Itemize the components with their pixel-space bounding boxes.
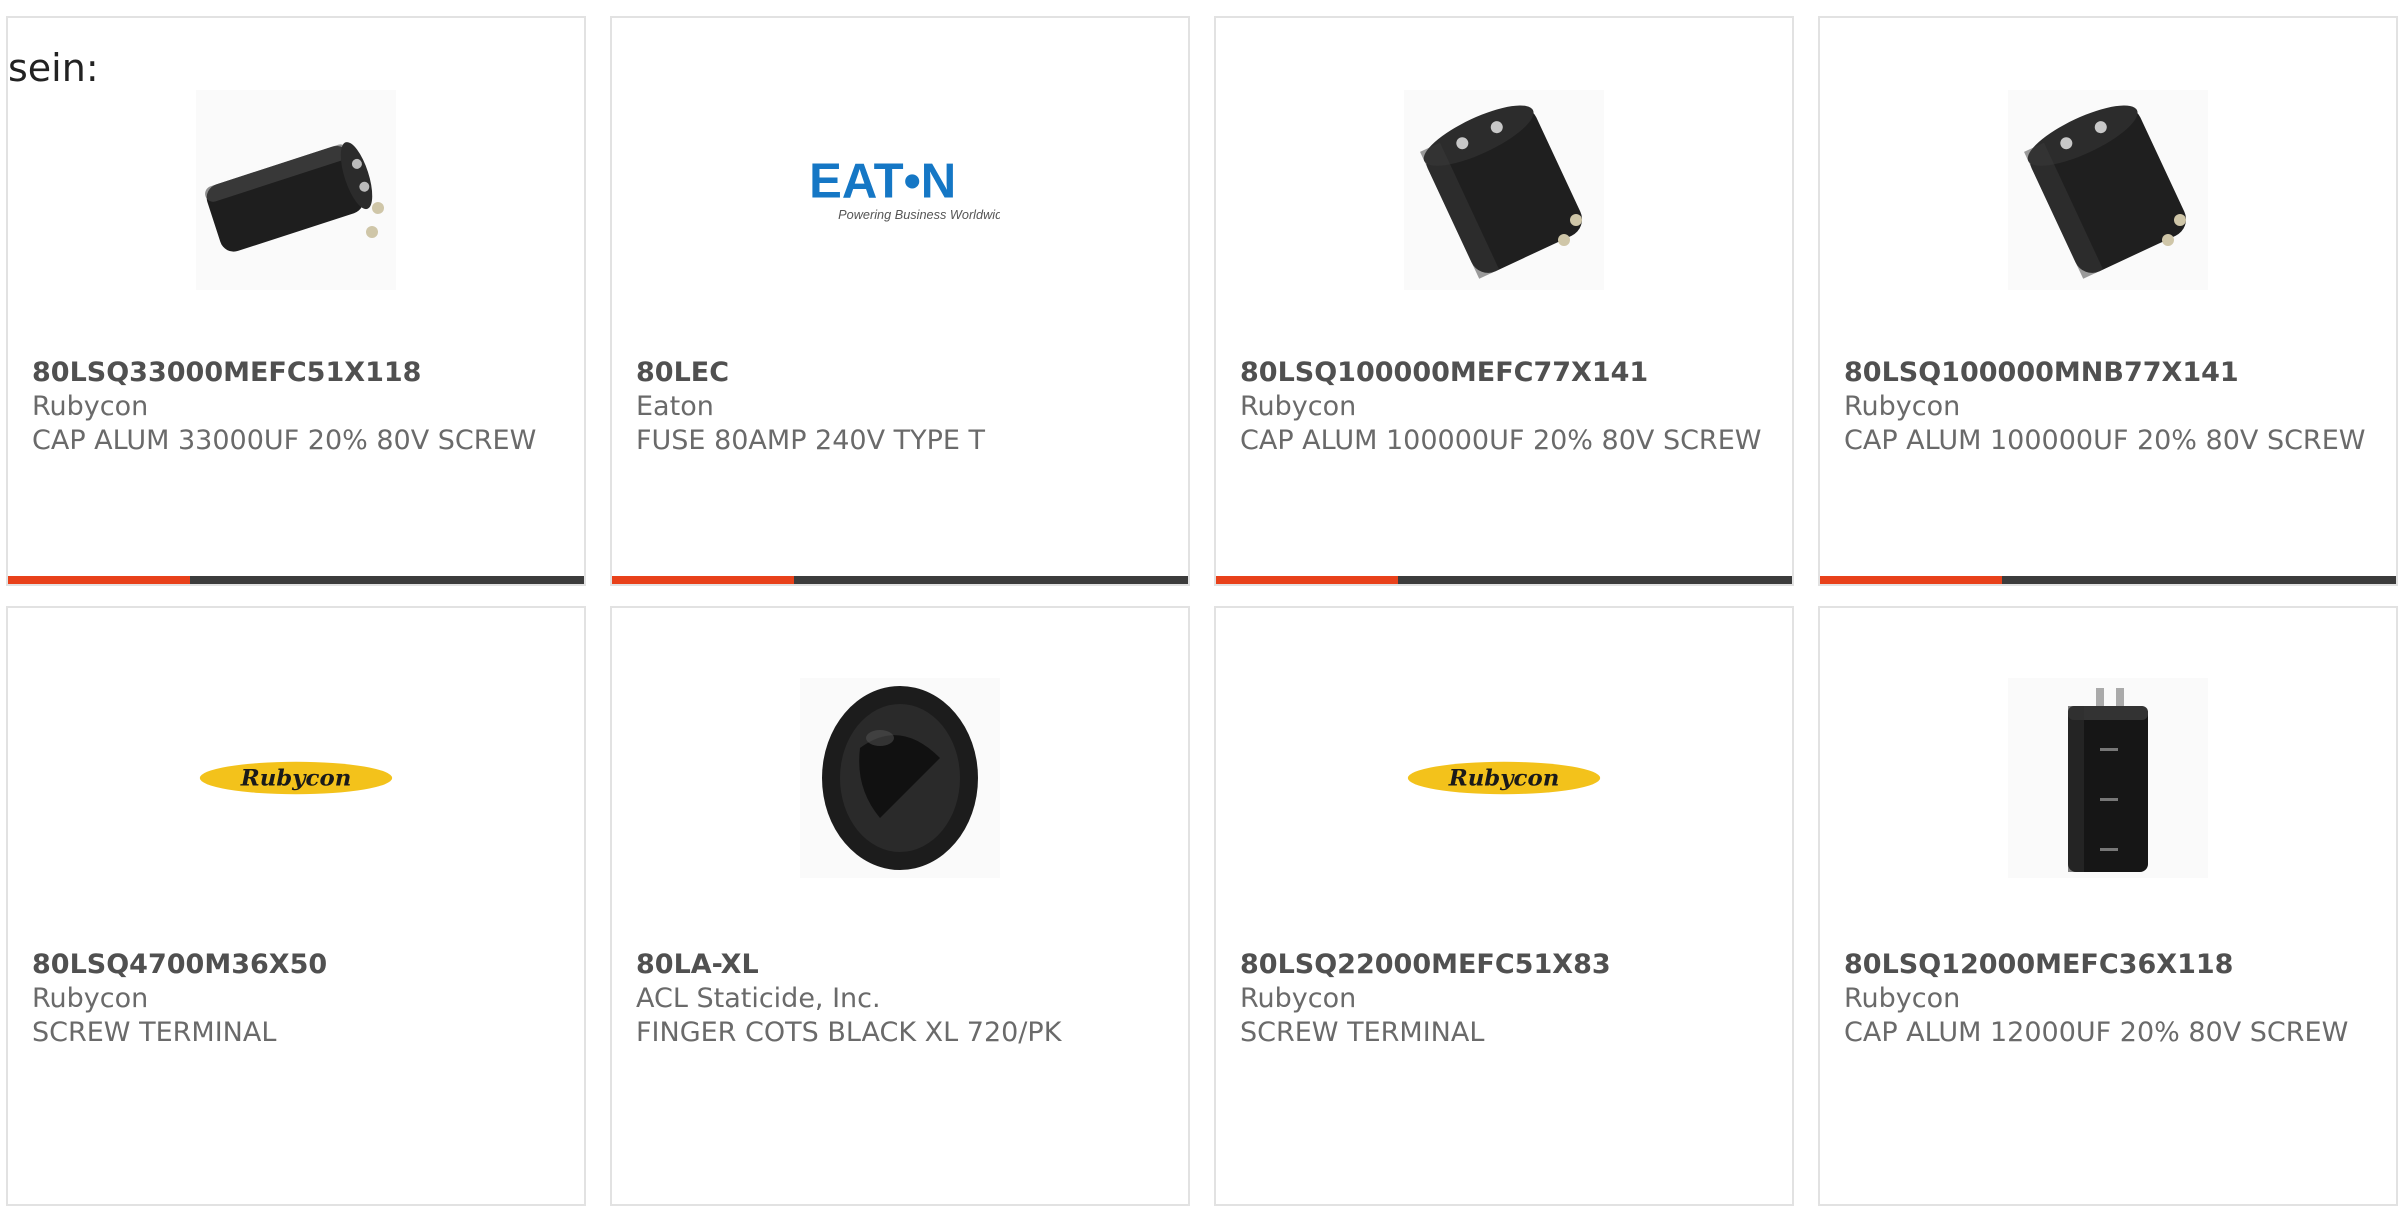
card-bar [612,576,1188,584]
card-bar [1216,576,1792,584]
capacitor-large-icon[interactable] [1404,90,1604,290]
capacitor-upright-icon[interactable] [2008,678,2208,878]
product-card[interactable]: 80LSQ12000MEFC36X118 Rubycon CAP ALUM 12… [1818,606,2398,1206]
description: SCREW TERMINAL [32,1017,277,1048]
description: CAP ALUM 33000UF 20% 80V SCREW [32,425,537,456]
lead-text: sein: [8,46,99,90]
description: CAP ALUM 12000UF 20% 80V SCREW [1844,1017,2349,1048]
part-number-link[interactable]: 80LSQ4700M36X50 [32,948,564,982]
product-card[interactable]: 80LSQ33000MEFC51X118 Rubycon CAP ALUM 33… [6,16,586,586]
manufacturer: Rubycon [32,983,149,1014]
part-number-link[interactable]: 80LSQ100000MEFC77X141 [1240,356,1772,390]
card-bar [1820,576,2396,584]
part-number-link[interactable]: 80LSQ100000MNB77X141 [1844,356,2376,390]
part-number-link[interactable]: 80LA-XL [636,948,1168,982]
description: FUSE 80AMP 240V TYPE T [636,425,986,456]
manufacturer: Rubycon [1240,391,1357,422]
description: CAP ALUM 100000UF 20% 80V SCREW [1844,425,2366,456]
rubycon-logo[interactable]: Rubycon [196,678,396,878]
logo-text: Rubycon [1448,766,1560,792]
manufacturer: Rubycon [32,391,149,422]
manufacturer: Rubycon [1240,983,1357,1014]
capacitor-horizontal-icon[interactable] [196,90,396,290]
part-number-link[interactable]: 80LSQ33000MEFC51X118 [32,356,564,390]
manufacturer: Rubycon [1844,983,1961,1014]
part-number-link[interactable]: 80LEC [636,356,1168,390]
product-card[interactable]: EAT•N Powering Business Worldwide 80LEC … [610,16,1190,586]
product-card[interactable]: 80LSQ100000MNB77X141 Rubycon CAP ALUM 10… [1818,16,2398,586]
description: FINGER COTS BLACK XL 720/PK [636,1017,1062,1048]
manufacturer: Eaton [636,391,714,422]
finger-cot-icon[interactable] [800,678,1000,878]
product-card[interactable]: 80LSQ100000MEFC77X141 Rubycon CAP ALUM 1… [1214,16,1794,586]
logo-text: EAT•N [809,154,956,208]
product-card[interactable]: 80LA-XL ACL Staticide, Inc. FINGER COTS … [610,606,1190,1206]
card-bar [8,576,584,584]
product-card[interactable]: Rubycon 80LSQ4700M36X50 Rubycon SCREW TE… [6,606,586,1206]
eaton-logo[interactable]: EAT•N Powering Business Worldwide [800,90,1000,290]
part-number-link[interactable]: 80LSQ12000MEFC36X118 [1844,948,2376,982]
logo-tagline: Powering Business Worldwide [838,207,1000,222]
part-number-link[interactable]: 80LSQ22000MEFC51X83 [1240,948,1772,982]
logo-text: Rubycon [240,766,352,792]
capacitor-large-icon[interactable] [2008,90,2208,290]
product-card[interactable]: Rubycon 80LSQ22000MEFC51X83 Rubycon SCRE… [1214,606,1794,1206]
description: CAP ALUM 100000UF 20% 80V SCREW [1240,425,1762,456]
manufacturer: Rubycon [1844,391,1961,422]
description: SCREW TERMINAL [1240,1017,1485,1048]
manufacturer: ACL Staticide, Inc. [636,983,881,1014]
rubycon-logo[interactable]: Rubycon [1404,678,1604,878]
